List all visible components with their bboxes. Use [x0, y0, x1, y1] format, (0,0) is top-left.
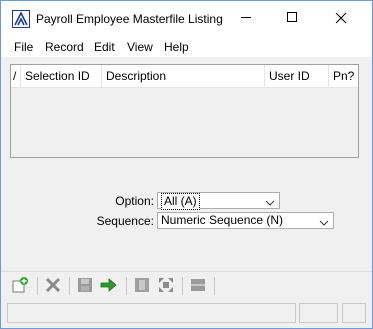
toolbar-separator: [69, 277, 70, 295]
go-arrow-icon: [100, 277, 118, 296]
option-value: All (A): [161, 193, 200, 210]
expand-button[interactable]: [156, 276, 176, 296]
column-header-user-id[interactable]: User ID: [265, 65, 329, 87]
minimize-button[interactable]: [223, 1, 269, 37]
maximize-icon: [286, 12, 298, 26]
list-button[interactable]: [132, 276, 152, 296]
toolbar: [1, 271, 372, 300]
status-panel-2: [299, 303, 338, 323]
new-record-button[interactable]: [10, 276, 30, 296]
menu-bar: File Record Edit View Help: [1, 37, 372, 57]
sequence-select[interactable]: Numeric Sequence (N): [157, 212, 334, 229]
chevron-down-icon: [265, 196, 275, 211]
delete-icon: [45, 277, 61, 296]
go-button[interactable]: [99, 276, 119, 296]
menu-edit[interactable]: Edit: [94, 40, 115, 54]
column-header-selection-id[interactable]: Selection ID: [21, 65, 102, 87]
new-record-icon: [11, 276, 29, 297]
close-icon: [335, 12, 347, 27]
expand-icon: [158, 277, 174, 296]
option-label: Option:: [115, 194, 154, 208]
title-bar[interactable]: Payroll Employee Masterfile Listing: [1, 1, 372, 37]
menu-file[interactable]: File: [14, 40, 33, 54]
column-header-pn[interactable]: Pn?: [329, 65, 358, 87]
status-panel-3: [342, 303, 366, 323]
panel-icon: [190, 277, 206, 296]
selection-grid[interactable]: / Selection ID Description User ID Pn?: [10, 64, 359, 158]
menu-record[interactable]: Record: [45, 40, 84, 54]
toolbar-separator: [126, 277, 127, 295]
toolbar-separator: [214, 277, 215, 295]
panel-button[interactable]: [188, 276, 208, 296]
app-window: Payroll Employee Masterfile Listing File…: [0, 0, 373, 329]
column-header-flag[interactable]: /: [11, 65, 21, 87]
menu-help[interactable]: Help: [164, 40, 189, 54]
maximize-button[interactable]: [269, 1, 315, 37]
save-icon: [77, 277, 93, 296]
window-title: Payroll Employee Masterfile Listing: [36, 12, 223, 26]
app-logo-icon: [12, 10, 30, 28]
save-button[interactable]: [75, 276, 95, 296]
chevron-down-icon: [319, 216, 329, 231]
toolbar-separator: [37, 277, 38, 295]
list-icon: [134, 277, 150, 296]
toolbar-separator: [182, 277, 183, 295]
delete-button[interactable]: [43, 276, 63, 296]
grid-header: / Selection ID Description User ID Pn?: [11, 65, 358, 88]
close-button[interactable]: [318, 1, 364, 37]
sequence-label: Sequence:: [96, 214, 154, 228]
column-header-description[interactable]: Description: [102, 65, 265, 87]
status-bar: [1, 300, 372, 328]
menu-view[interactable]: View: [127, 40, 153, 54]
minimize-icon: [240, 12, 252, 26]
status-panel-main: [7, 303, 296, 323]
sequence-value: Numeric Sequence (N): [161, 213, 284, 227]
option-select[interactable]: All (A): [157, 192, 280, 211]
